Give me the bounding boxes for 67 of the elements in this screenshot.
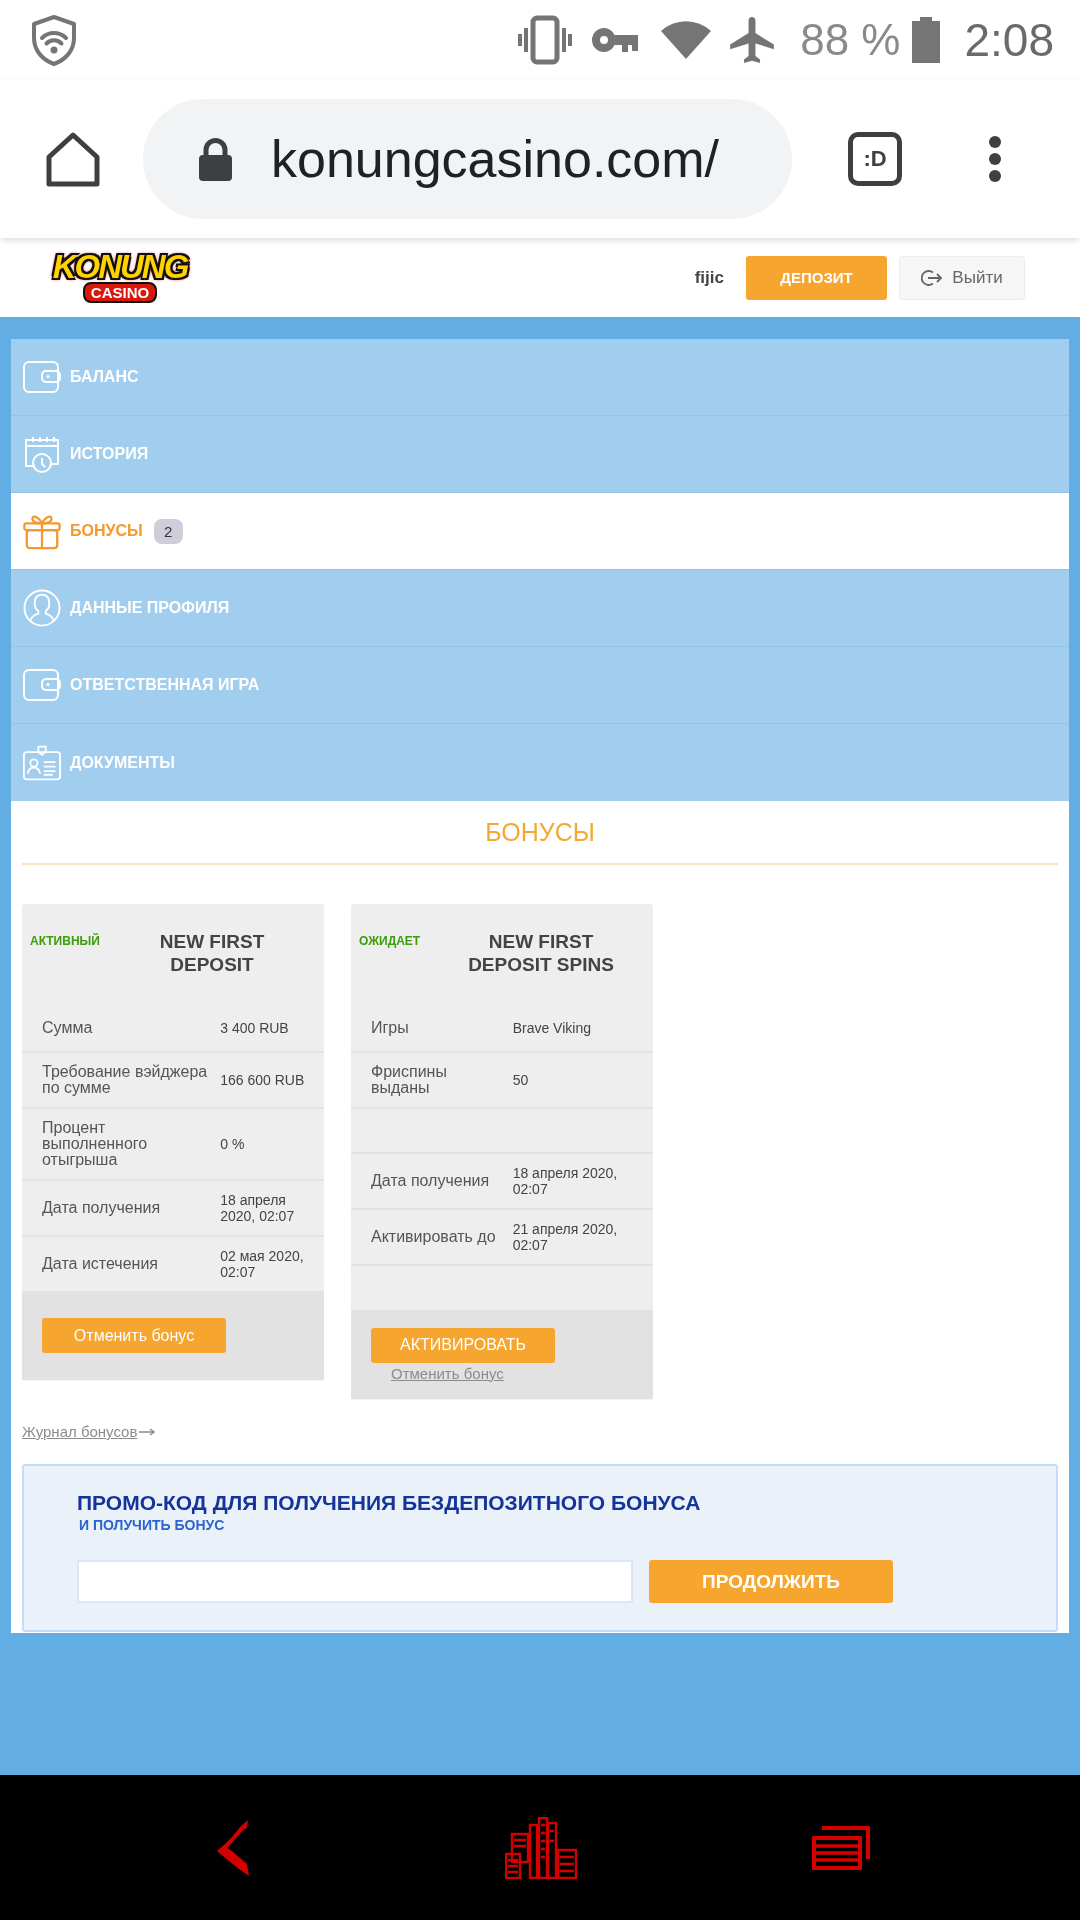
stacked-pages-icon[interactable]	[812, 1825, 870, 1870]
wifi-icon	[660, 20, 713, 60]
section-title: БОНУСЫ	[485, 817, 595, 847]
airplane-icon	[730, 17, 775, 63]
field-label: Сумма	[22, 1004, 221, 1052]
field-label: Дата получения	[351, 1153, 513, 1209]
calendar-clock-icon	[23, 435, 61, 473]
bonus-title: NEW FIRST DEPOSIT	[158, 930, 266, 976]
exit-icon	[921, 268, 944, 287]
field-value: Brave Viking	[512, 1004, 653, 1052]
field-label: Игры	[351, 1004, 513, 1052]
bonus-log-link[interactable]: Журнал бонусов	[22, 1423, 156, 1440]
menu-item[interactable]: БАЛАНС	[11, 339, 1069, 416]
wallet-icon	[23, 358, 61, 396]
wallet-icon	[23, 666, 61, 704]
bonus-action-button[interactable]: Отменить бонус	[42, 1318, 226, 1353]
url-text: konungcasino.com/	[271, 129, 720, 189]
logo-subtitle: CASINO	[82, 282, 158, 304]
field-label: Фриспины выданы	[351, 1052, 513, 1108]
field-label: Активировать до	[351, 1209, 513, 1265]
deposit-button[interactable]: ДЕПОЗИТ	[746, 255, 887, 300]
field-value: 18 апреля 2020, 02:07	[512, 1153, 653, 1209]
field-label: Дата получения	[22, 1180, 221, 1236]
promo-title: ПРОМО-КОД ДЛЯ ПОЛУЧЕНИЯ БЕЗДЕПОЗИТНОГО БОНУСА	[77, 1490, 702, 1515]
back-icon[interactable]	[217, 1819, 249, 1876]
field-label: Требование вэйджера по сумме	[22, 1052, 221, 1108]
buildings-icon[interactable]	[505, 1816, 577, 1879]
menu-item[interactable]: ДОКУМЕНТЫ	[11, 724, 1069, 801]
bonus-status: ОЖИДАЕТ	[359, 933, 421, 950]
field-value: 166 600 RUB	[220, 1052, 324, 1108]
cancel-bonus-link[interactable]: Отменить бонус	[391, 1364, 504, 1382]
field-value: 0 %	[220, 1108, 324, 1180]
more-options-icon[interactable]	[988, 135, 1002, 183]
field-label: Процент выполненного отыгрыша	[22, 1108, 221, 1180]
promo-subtitle: И ПОЛУЧИТЬ БОНУС	[79, 1517, 226, 1533]
count-badge: 2	[153, 518, 183, 544]
menu-item[interactable]: ИСТОРИЯ	[11, 416, 1069, 493]
field-value: 02 мая 2020, 02:07	[220, 1236, 324, 1291]
menu-item[interactable]: БОНУСЫ 2	[11, 493, 1069, 570]
logo-wordmark: KONUNG	[52, 251, 188, 282]
field-value: 18 апреля 2020, 02:07	[220, 1180, 324, 1236]
extension-button[interactable]: :D	[848, 132, 902, 186]
field-value: 50	[512, 1052, 653, 1108]
bonus-action-button[interactable]: АКТИВИРОВАТЬ	[371, 1327, 555, 1363]
key-icon	[592, 26, 640, 54]
battery-percent: 88 %	[800, 18, 901, 62]
field-value: 21 апреля 2020, 02:07	[512, 1209, 653, 1265]
clock-time: 2:08	[964, 17, 1054, 63]
field-label: Дата истечения	[22, 1236, 221, 1291]
home-icon[interactable]	[45, 131, 101, 187]
menu-item[interactable]: ОТВЕТСТВЕННАЯ ИГРА	[11, 647, 1069, 724]
continue-button[interactable]: ПРОДОЛЖИТЬ	[649, 1560, 893, 1603]
battery-icon	[912, 17, 941, 63]
lock-icon	[198, 137, 233, 181]
address-bar[interactable]: konungcasino.com/	[143, 99, 792, 219]
bonus-title: NEW FIRST DEPOSIT SPINS	[467, 930, 615, 976]
shield-wifi-icon	[29, 14, 79, 66]
vibrate-icon	[518, 15, 573, 65]
username: fijic	[694, 267, 724, 288]
arrow-right-icon	[139, 1427, 156, 1436]
menu-item[interactable]: ДАННЫЕ ПРОФИЛЯ	[11, 570, 1069, 647]
field-value: 3 400 RUB	[220, 1004, 324, 1052]
bonus-status: АКТИВНЫЙ	[30, 932, 100, 950]
logout-button[interactable]: Выйти	[899, 255, 1025, 300]
promo-code-field[interactable]	[77, 1560, 633, 1603]
id-card-icon	[23, 743, 61, 782]
profile-icon	[23, 589, 61, 627]
